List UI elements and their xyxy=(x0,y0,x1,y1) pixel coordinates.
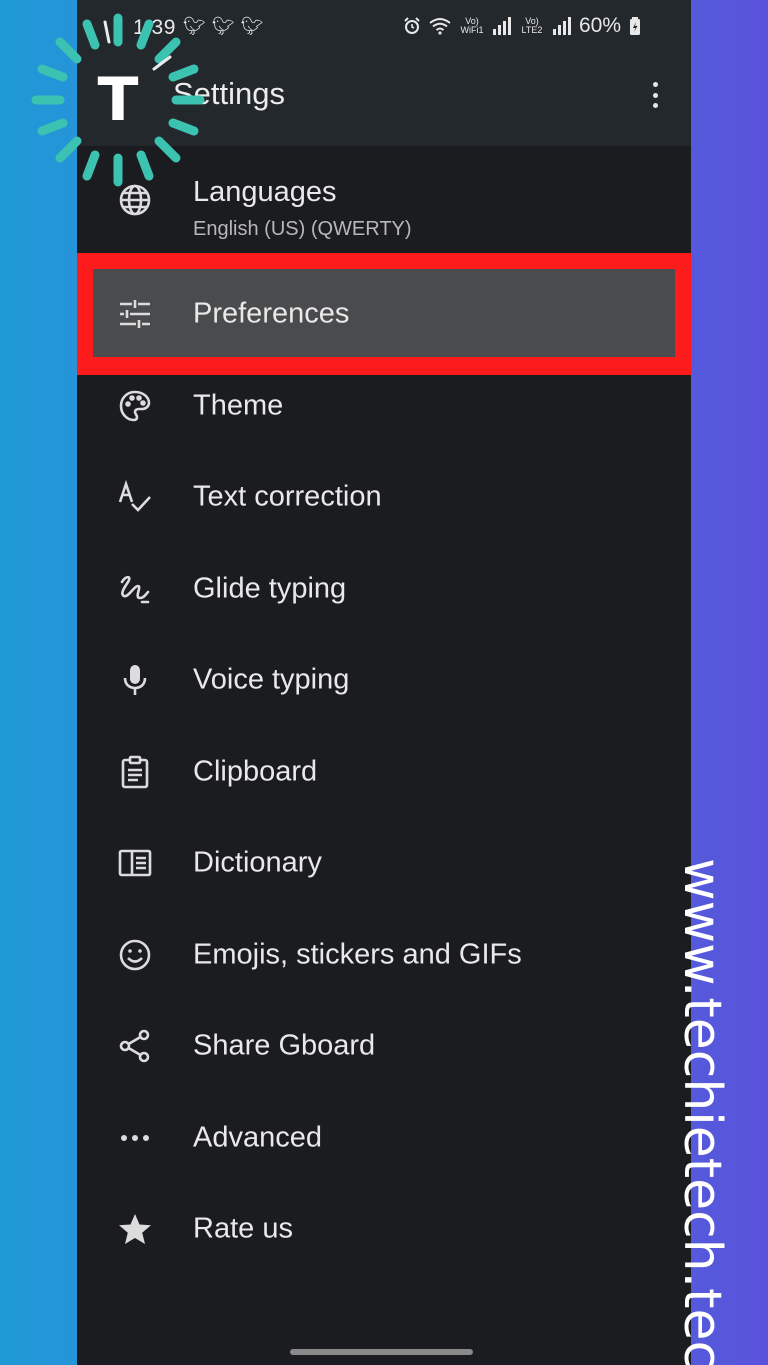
menu-item-label: Advanced xyxy=(193,1121,322,1154)
twitter-icon: 🐦︎ xyxy=(211,16,235,36)
sliders-icon xyxy=(117,296,153,332)
menu-item-text-correction[interactable]: Text correction xyxy=(77,451,691,543)
clipboard-icon xyxy=(117,754,153,790)
signal-icon xyxy=(552,17,571,35)
menu-item-label: Dictionary xyxy=(193,846,322,879)
menu-item-label: Text correction xyxy=(193,480,382,513)
menu-item-label: Glide typing xyxy=(193,572,347,605)
spellcheck-icon xyxy=(117,479,153,515)
menu-item-voice-typing[interactable]: Voice typing xyxy=(77,634,691,726)
twitter-icon: 🐦︎ xyxy=(240,16,264,36)
dot-icon xyxy=(652,92,658,98)
menu-item-share-gboard[interactable]: Share Gboard xyxy=(77,1000,691,1092)
menu-item-label: Voice typing xyxy=(193,663,350,696)
star-icon xyxy=(117,1211,153,1247)
alarm-icon xyxy=(404,17,420,34)
menu-item-label: Preferences xyxy=(193,297,350,330)
network-label-2: Vo) LTE2 xyxy=(521,16,543,35)
menu-item-rate-us[interactable]: Rate us xyxy=(77,1183,691,1275)
overflow-menu-button[interactable] xyxy=(643,78,667,112)
logo-letter: T xyxy=(97,65,139,135)
menu-item-preferences[interactable]: Preferences xyxy=(77,268,691,360)
menu-item-clipboard[interactable]: Clipboard xyxy=(77,726,691,818)
menu-item-label: Share Gboard xyxy=(193,1029,376,1062)
dot-icon xyxy=(652,82,658,87)
menu-item-label: Languages xyxy=(193,176,337,208)
techietech-logo: T xyxy=(30,12,206,188)
menu-item-dictionary[interactable]: Dictionary xyxy=(77,817,691,909)
status-right: Vo) WiFi1 Vo) LTE2 60% xyxy=(403,14,641,38)
menu-item-label: Rate us xyxy=(193,1212,293,1245)
menu-item-label: Emojis, stickers and GIFs xyxy=(193,938,522,971)
home-indicator[interactable] xyxy=(290,1349,473,1355)
gesture-icon xyxy=(117,571,153,607)
menu-item-emojis[interactable]: Emojis, stickers and GIFs xyxy=(77,909,691,1001)
menu-item-label: Clipboard xyxy=(193,755,318,788)
palette-icon xyxy=(117,388,153,424)
menu-item-advanced[interactable]: Advanced xyxy=(77,1092,691,1184)
watermark: www.techietech.tech xyxy=(672,858,732,1365)
emoji-icon xyxy=(117,937,153,973)
menu-item-glide-typing[interactable]: Glide typing xyxy=(77,543,691,635)
watermark-text: www.techietech.tech xyxy=(672,858,732,1365)
battery-icon xyxy=(630,17,640,35)
phone-screen: 1:39 🐦︎ 🐦︎ 🐦︎ Vo) WiFi1 Vo) LTE2 60% Set… xyxy=(77,0,691,1365)
mic-icon xyxy=(117,662,153,698)
signal-icon xyxy=(492,17,511,35)
battery-percentage: 60% xyxy=(578,14,621,37)
network-label-1: Vo) WiFi1 xyxy=(460,16,484,35)
menu-item-subtitle: English (US) (QWERTY) xyxy=(193,218,412,240)
dot-icon xyxy=(652,103,658,108)
menu-item-label: Theme xyxy=(193,389,284,422)
more-horiz-icon xyxy=(117,1120,153,1156)
share-icon xyxy=(117,1028,153,1064)
wifi-icon xyxy=(429,18,451,35)
dictionary-icon xyxy=(117,845,153,881)
menu-item-theme[interactable]: Theme xyxy=(77,360,691,452)
